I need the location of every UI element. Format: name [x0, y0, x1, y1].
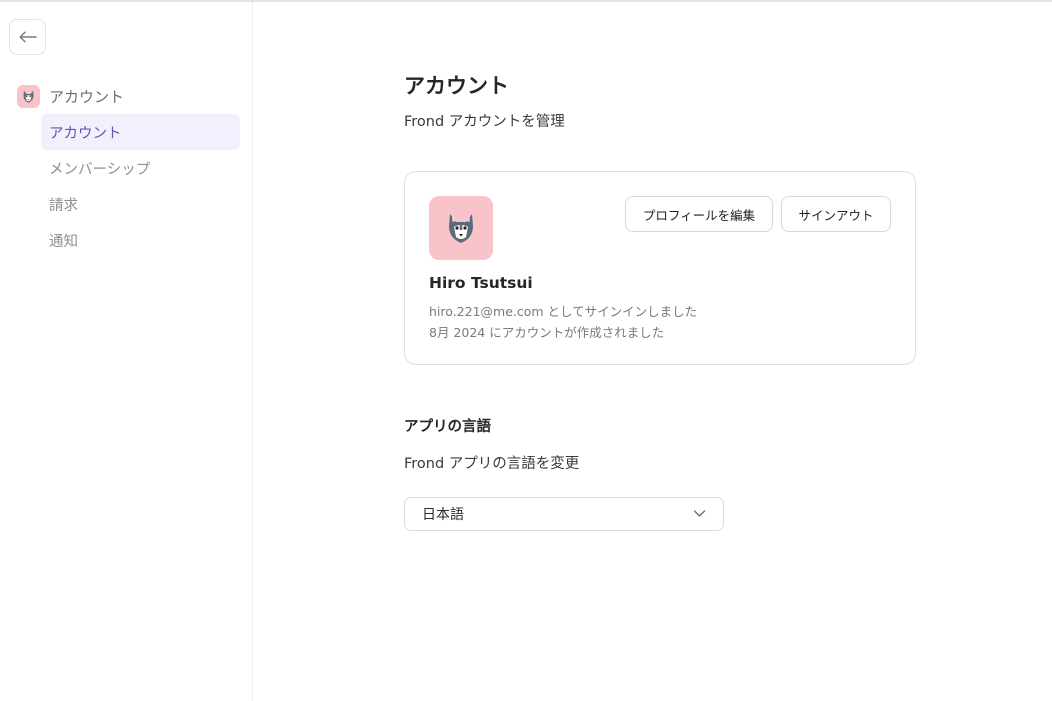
- edit-profile-button[interactable]: プロフィールを編集: [625, 196, 773, 232]
- sidebar-item-billing[interactable]: 請求: [41, 186, 240, 222]
- language-select-value: 日本語: [422, 507, 464, 523]
- user-email-line: hiro.221@me.com としてサインインしました: [429, 304, 698, 319]
- wolf-icon: [23, 90, 34, 103]
- sign-out-button[interactable]: サインアウト: [781, 196, 891, 232]
- wolf-icon: [449, 214, 473, 243]
- back-button[interactable]: [9, 19, 46, 55]
- sidebar-section-account: アカウント: [17, 84, 124, 108]
- page-title: アカウント: [404, 74, 509, 98]
- account-created-line: 8月 2024 にアカウントが作成されました: [429, 325, 665, 340]
- avatar: [429, 196, 493, 260]
- language-section-title: アプリの言語: [404, 419, 491, 435]
- sidebar-item-membership[interactable]: メンバーシップ: [41, 150, 240, 186]
- sidebar: アカウント アカウント メンバーシップ 請求 通知: [0, 2, 253, 701]
- profile-card: プロフィールを編集 サインアウト Hiro Tsutsui hiro.221@m…: [404, 171, 916, 365]
- arrow-left-icon: [19, 31, 37, 43]
- sidebar-nav: アカウント メンバーシップ 請求 通知: [41, 114, 240, 258]
- language-select[interactable]: 日本語: [404, 497, 724, 531]
- sidebar-item-notifications[interactable]: 通知: [41, 222, 240, 258]
- page-subtitle: Frond アカウントを管理: [404, 114, 565, 130]
- user-name: Hiro Tsutsui: [429, 274, 533, 292]
- language-section-subtitle: Frond アプリの言語を変更: [404, 456, 580, 472]
- avatar: [17, 84, 40, 108]
- sidebar-item-account[interactable]: アカウント: [41, 114, 240, 150]
- sidebar-section-label: アカウント: [49, 87, 125, 106]
- chevron-down-icon: [693, 510, 706, 517]
